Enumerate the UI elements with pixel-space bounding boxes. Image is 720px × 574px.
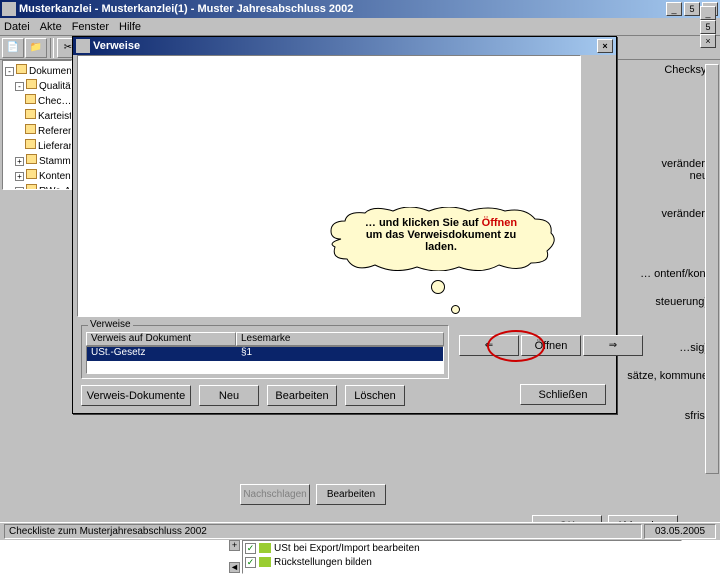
menu-bar: Datei Akte Fenster Hilfe _ 5 ×	[0, 18, 720, 36]
open-button[interactable]: Öffnen	[521, 335, 581, 356]
check-icon: ✓	[245, 543, 256, 554]
status-date: 03.05.2005	[644, 524, 716, 539]
dialog-button-row: Verweis-Dokumente Neu Bearbeiten Löschen	[81, 385, 405, 406]
bearbeiten-button[interactable]: Bearbeiten	[267, 385, 337, 406]
task-row[interactable]: ✓Rückstellungen bilden	[243, 555, 681, 569]
task-list[interactable]: ✓USt bei Export/Import bearbeiten ✓Rücks…	[242, 540, 682, 574]
check-icon: ✓	[245, 557, 256, 568]
status-bar: Checkliste zum Musterjahresabschluss 200…	[0, 522, 720, 540]
list-header: Verweis auf Dokument Lesemarke	[86, 332, 444, 346]
minimize-button[interactable]: _	[666, 2, 682, 16]
expand-button[interactable]: +	[229, 540, 240, 551]
mdi-minimize-button[interactable]: _	[700, 6, 716, 20]
dialog-close-button[interactable]: ×	[597, 39, 613, 53]
lower-buttons: Nachschlagen Bearbeiten	[240, 484, 386, 505]
task-row[interactable]: ✓USt bei Export/Import bearbeiten	[243, 541, 681, 555]
dialog-content-area	[77, 55, 581, 317]
document-tree[interactable]: -Dokumente -Qualitäts… Chec… Karteista… …	[2, 60, 72, 190]
list-body[interactable]: USt.-Gesetz §1	[86, 346, 444, 374]
task-icon	[259, 543, 271, 553]
nachschlagen-button[interactable]: Nachschlagen	[240, 484, 310, 505]
col-header[interactable]: Lesemarke	[236, 332, 444, 346]
toolbar-button-1[interactable]: 📄	[2, 38, 24, 58]
open-button-group: ⇐ Öffnen ⇒	[459, 335, 643, 356]
bearbeiten-button[interactable]: Bearbeiten	[316, 484, 386, 505]
right-lbl: verändert	[662, 158, 708, 170]
mdi-maximize-button[interactable]: 5	[700, 20, 716, 34]
right-lbl: …sig)	[679, 342, 708, 354]
prev-button[interactable]: ⇐	[459, 335, 519, 356]
list-row-selected[interactable]: USt.-Gesetz §1	[87, 347, 443, 361]
right-lbl: sätze, kommune	[627, 370, 708, 382]
scrollbar[interactable]	[705, 64, 719, 474]
right-lbl: … ontenf/koni	[640, 268, 708, 280]
app-icon	[2, 2, 16, 16]
group-label: Verweise	[88, 319, 133, 330]
menu-datei[interactable]: Datei	[4, 21, 30, 33]
neu-button[interactable]: Neu	[199, 385, 259, 406]
app-titlebar: Musterkanzlei - Musterkanzlei(1) - Muste…	[0, 0, 720, 18]
schliessen-button[interactable]: Schließen	[520, 384, 606, 405]
menu-akte[interactable]: Akte	[40, 21, 62, 33]
app-title: Musterkanzlei - Musterkanzlei(1) - Muste…	[19, 3, 666, 15]
toolbar-button-2[interactable]: 📁	[25, 38, 47, 58]
right-lbl: steuerung)	[655, 296, 708, 308]
loeschen-button[interactable]: Löschen	[345, 385, 405, 406]
col-header[interactable]: Verweis auf Dokument	[86, 332, 236, 346]
mdi-close-button[interactable]: ×	[700, 34, 716, 48]
status-text: Checkliste zum Musterjahresabschluss 200…	[4, 524, 642, 539]
verweise-dialog: Verweise × … und klicken Sie auf Öffnen …	[72, 36, 617, 414]
dialog-title: Verweise	[93, 40, 597, 52]
menu-hilfe[interactable]: Hilfe	[119, 21, 141, 33]
expand-button[interactable]: ◄	[229, 562, 240, 573]
bubble-icon	[451, 305, 460, 314]
bubble-icon	[431, 280, 445, 294]
maximize-button[interactable]: 5	[684, 2, 700, 16]
dialog-icon	[76, 39, 90, 53]
right-lbl: verändert	[662, 208, 708, 220]
dialog-titlebar: Verweise ×	[73, 37, 616, 55]
menu-fenster[interactable]: Fenster	[72, 21, 109, 33]
verweis-dokumente-button[interactable]: Verweis-Dokumente	[81, 385, 191, 406]
right-header: Checksys	[624, 64, 712, 78]
next-button[interactable]: ⇒	[583, 335, 643, 356]
task-icon	[259, 557, 271, 567]
verweise-group: Verweise Verweis auf Dokument Lesemarke …	[81, 325, 449, 379]
